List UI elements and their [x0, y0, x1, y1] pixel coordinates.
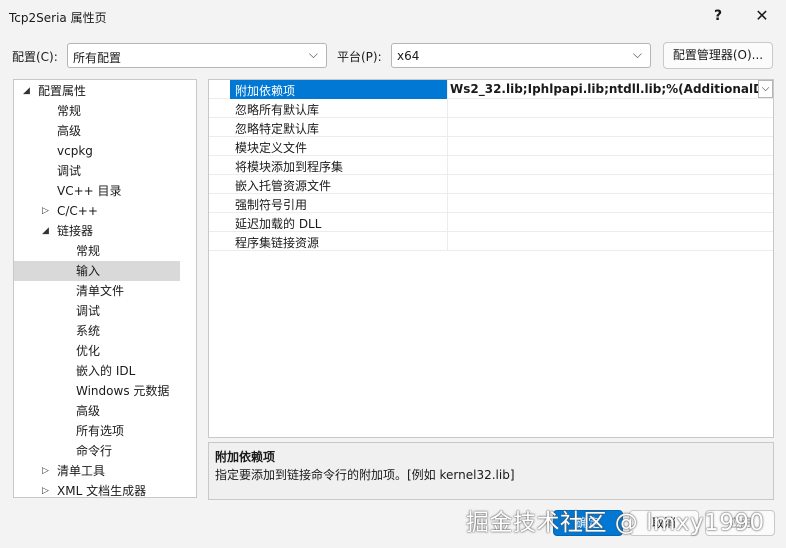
close-button[interactable]: ✕	[750, 4, 774, 28]
tree-item-label: 命令行	[76, 444, 113, 458]
tree-item-label: 输入	[76, 264, 101, 278]
description-panel: 附加依赖项 指定要添加到链接命令行的附加项。[例如 kernel32.lib]	[208, 442, 774, 500]
description-text: 指定要添加到链接命令行的附加项。[例如 kernel32.lib]	[215, 468, 515, 482]
tree-item-label: 高级	[57, 124, 82, 138]
property-value[interactable]: Ws2_32.lib;Iphlpapi.lib;ntdll.lib;%(Addi…	[447, 80, 773, 99]
chevron-down-icon: ⌵	[308, 47, 318, 61]
tree-item[interactable]: 高级	[14, 121, 180, 141]
config-select[interactable]: 所有配置 ⌵	[67, 43, 327, 68]
tree-item-label: XML 文档生成器	[57, 484, 147, 498]
collapse-arrow-icon[interactable]: ◢	[42, 221, 49, 241]
expand-arrow-icon[interactable]: ▷	[42, 461, 49, 481]
collapse-arrow-icon[interactable]: ◢	[23, 81, 30, 101]
tree-item[interactable]: 输入	[14, 261, 180, 281]
tree-item-label: 链接器	[57, 224, 94, 238]
tree-item[interactable]: 所有选项	[14, 421, 180, 441]
tree-item[interactable]: Windows 元数据	[14, 381, 180, 401]
tree-item-label: 调试	[76, 304, 101, 318]
config-manager-button[interactable]: 配置管理器(O)...	[663, 42, 773, 69]
property-value-text[interactable]: Ws2_32.lib;Iphlpapi.lib;ntdll.lib;%(Addi…	[450, 82, 758, 96]
config-label: 配置(C):	[12, 50, 58, 64]
property-name: 附加依赖项	[235, 84, 296, 98]
property-row[interactable]: 忽略特定默认库	[209, 118, 773, 137]
property-value[interactable]	[447, 137, 773, 156]
property-row[interactable]: 嵌入托管资源文件	[209, 175, 773, 194]
property-value[interactable]	[447, 118, 773, 137]
help-button[interactable]: ?	[706, 4, 730, 28]
watermark: 掘金技术社区 @ lmxy1990	[466, 510, 765, 536]
description-title: 附加依赖项	[215, 450, 276, 464]
tree-item-label: 嵌入的 IDL	[76, 364, 136, 378]
property-value[interactable]	[447, 194, 773, 213]
tree-item-label: C/C++	[57, 204, 98, 218]
tree-item-label: 常规	[76, 244, 101, 258]
property-value[interactable]	[447, 232, 773, 251]
property-name: 忽略所有默认库	[235, 103, 320, 117]
tree-item[interactable]: ◢ 配置属性	[14, 81, 180, 101]
tree-item-label: 调试	[57, 164, 82, 178]
property-name: 将模块添加到程序集	[235, 160, 344, 174]
expand-arrow-icon[interactable]: ▷	[42, 481, 49, 497]
title-bar: Tcp2Seria 属性页 ? ✕	[0, 0, 786, 34]
tree-item[interactable]: ▷ XML 文档生成器	[14, 481, 180, 498]
dropdown-chevron-icon[interactable]: ⌵	[758, 80, 773, 98]
tree-item[interactable]: VC++ 目录	[14, 181, 180, 201]
platform-label: 平台(P):	[337, 50, 382, 64]
property-name: 嵌入托管资源文件	[235, 179, 332, 193]
platform-select[interactable]: x64 ⌵	[391, 43, 651, 68]
tree-item[interactable]: 嵌入的 IDL	[14, 361, 180, 381]
property-value[interactable]	[447, 175, 773, 194]
tree-item-label: 所有选项	[76, 424, 125, 438]
tree-item[interactable]: 优化	[14, 341, 180, 361]
property-name: 程序集链接资源	[235, 236, 320, 250]
property-value[interactable]	[447, 99, 773, 118]
tree-item[interactable]: ◢ 链接器	[14, 221, 180, 241]
tree-item[interactable]: 高级	[14, 401, 180, 421]
property-row[interactable]: 程序集链接资源	[209, 232, 773, 251]
tree-item-label: 清单工具	[57, 464, 106, 478]
config-select-value: 所有配置	[73, 51, 122, 65]
property-row[interactable]: 模块定义文件	[209, 137, 773, 156]
property-value[interactable]	[447, 213, 773, 232]
platform-select-value: x64	[397, 49, 420, 63]
tree-item[interactable]: 系统	[14, 321, 180, 341]
property-row[interactable]: 忽略所有默认库	[209, 99, 773, 118]
tree-item-label: 系统	[76, 324, 101, 338]
tree-item[interactable]: 命令行	[14, 441, 180, 461]
property-row[interactable]: 附加依赖项 Ws2_32.lib;Iphlpapi.lib;ntdll.lib;%…	[209, 80, 773, 99]
property-row[interactable]: 将模块添加到程序集	[209, 156, 773, 175]
tree-item[interactable]: 常规	[14, 101, 180, 121]
property-row[interactable]: 强制符号引用	[209, 194, 773, 213]
expand-arrow-icon[interactable]: ▷	[42, 201, 49, 221]
window-title: Tcp2Seria 属性页	[9, 11, 107, 25]
property-grid: 附加依赖项 Ws2_32.lib;Iphlpapi.lib;ntdll.lib;%…	[208, 79, 774, 438]
property-tree: ◢ 配置属性 常规 高级 vcpkg 调试 VC++ 目录 ▷ C/C++ ◢ 链接器 常规 输入 清单文…	[13, 79, 197, 498]
tree-item-label: VC++ 目录	[57, 184, 122, 198]
property-name: 模块定义文件	[235, 141, 308, 155]
tree-item[interactable]: 清单文件	[14, 281, 180, 301]
tree-item[interactable]: ▷ 清单工具	[14, 461, 180, 481]
tree-item[interactable]: 常规	[14, 241, 180, 261]
property-row[interactable]: 延迟加载的 DLL	[209, 213, 773, 232]
tree-item[interactable]: 调试	[14, 301, 180, 321]
property-name: 忽略特定默认库	[235, 122, 320, 136]
property-name: 延迟加载的 DLL	[235, 217, 322, 231]
tree-item[interactable]: 调试	[14, 161, 180, 181]
tree-item-label: 常规	[57, 104, 82, 118]
tree-item-label: 配置属性	[38, 84, 87, 98]
tree-item[interactable]: vcpkg	[14, 141, 180, 161]
property-name: 强制符号引用	[235, 198, 308, 212]
property-value[interactable]	[447, 156, 773, 175]
chevron-down-icon: ⌵	[632, 47, 642, 61]
tree-item-label: Windows 元数据	[76, 384, 170, 398]
tree-item-label: vcpkg	[57, 144, 93, 158]
tree-item-label: 清单文件	[76, 284, 125, 298]
tree-item[interactable]: ▷ C/C++	[14, 201, 180, 221]
tree-item-label: 高级	[76, 404, 101, 418]
tree-item-label: 优化	[76, 344, 101, 358]
